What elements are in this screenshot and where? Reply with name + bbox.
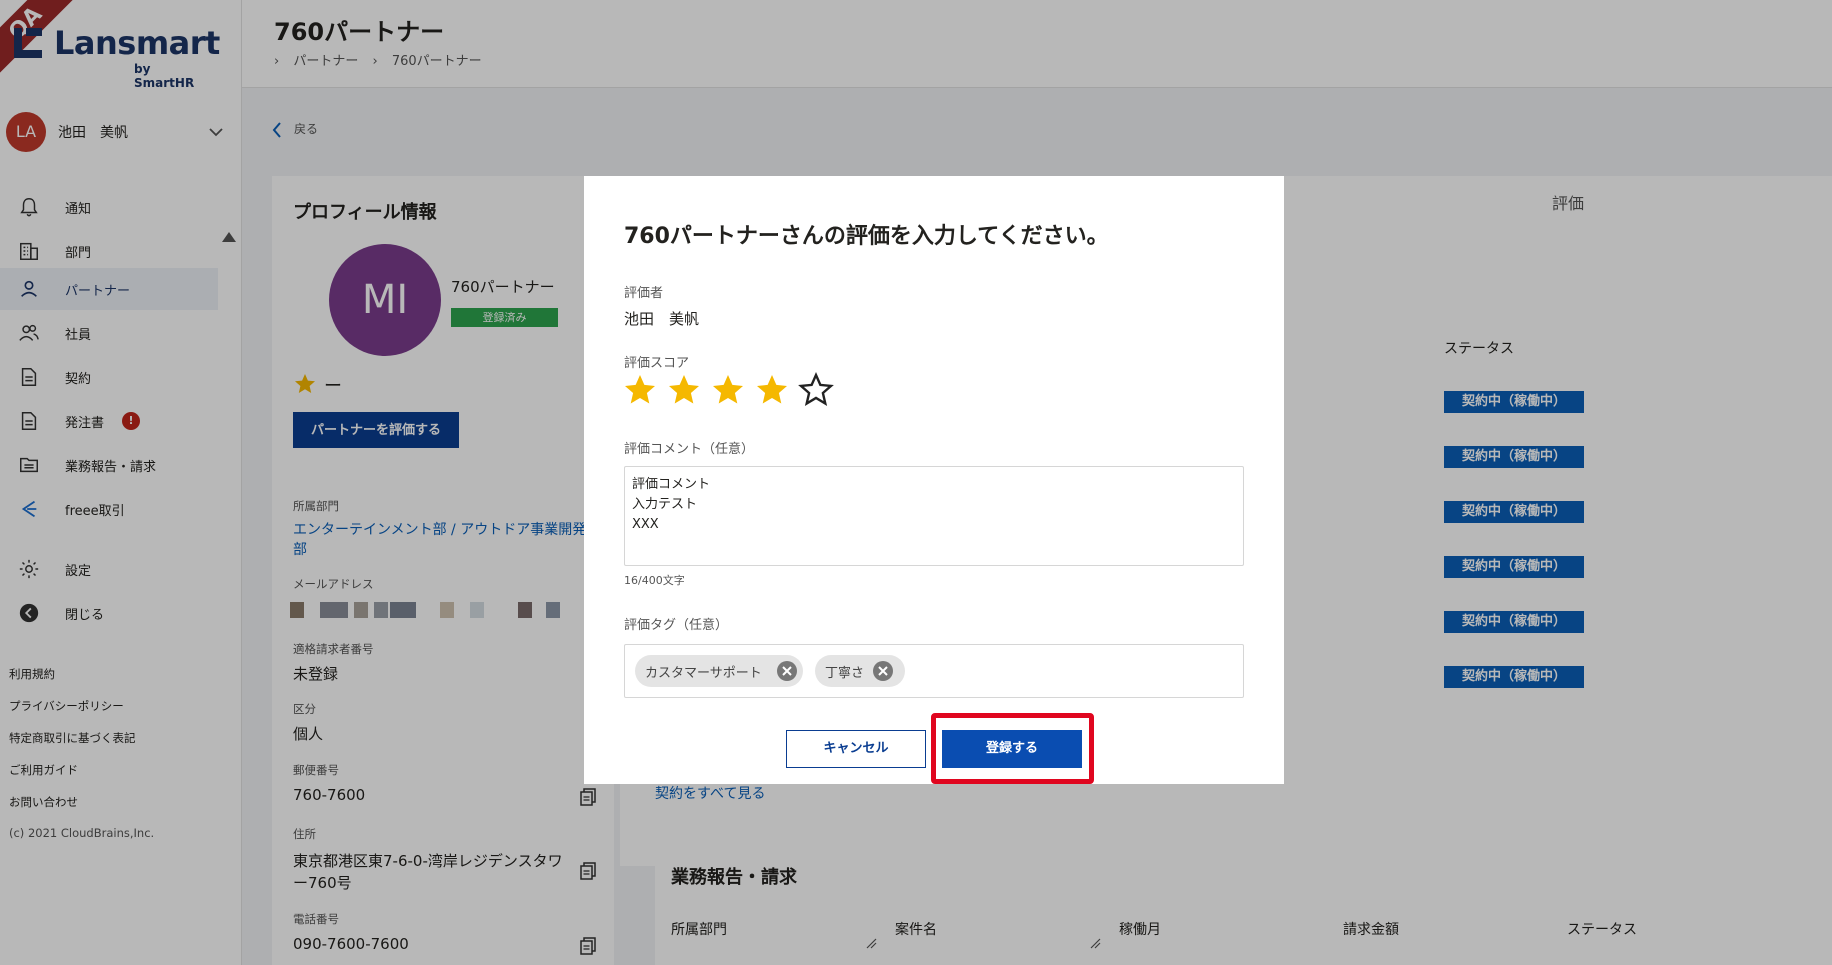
cancel-button[interactable]: キャンセル bbox=[786, 730, 926, 768]
comment-label: 評価コメント（任意） bbox=[624, 442, 755, 457]
comment-textarea[interactable] bbox=[624, 466, 1244, 566]
star-filled-icon[interactable] bbox=[622, 372, 658, 408]
star-empty-icon[interactable] bbox=[798, 372, 834, 408]
remove-tag-icon[interactable] bbox=[777, 661, 797, 681]
tag-chip: カスタマーサポート bbox=[635, 655, 803, 687]
score-label: 評価スコア bbox=[624, 356, 690, 371]
star-rating[interactable] bbox=[622, 372, 842, 410]
star-filled-icon[interactable] bbox=[666, 372, 702, 408]
star-filled-icon[interactable] bbox=[754, 372, 790, 408]
tag-chip-label: 丁寧さ bbox=[825, 666, 865, 681]
remove-tag-icon[interactable] bbox=[873, 661, 893, 681]
rater-label: 評価者 bbox=[624, 286, 664, 301]
tag-input[interactable]: カスタマーサポート 丁寧さ bbox=[624, 644, 1244, 698]
tag-label: 評価タグ（任意） bbox=[624, 618, 729, 633]
submit-highlight-annotation bbox=[931, 713, 1094, 784]
character-count: 16/400文字 bbox=[624, 574, 685, 587]
rating-dialog: 760パートナーさんの評価を入力してください。 評価者 池田 美帆 評価スコア … bbox=[584, 176, 1284, 784]
rater-value: 池田 美帆 bbox=[624, 310, 700, 328]
tag-chip-label: カスタマーサポート bbox=[645, 666, 762, 681]
tag-chip: 丁寧さ bbox=[815, 655, 905, 687]
dialog-title: 760パートナーさんの評価を入力してください。 bbox=[624, 224, 1109, 249]
star-filled-icon[interactable] bbox=[710, 372, 746, 408]
